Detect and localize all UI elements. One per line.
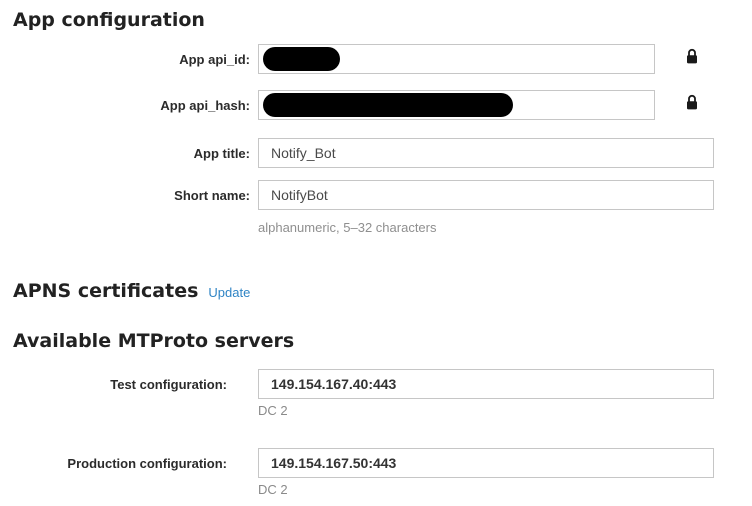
test-configuration-input[interactable]: [258, 369, 714, 399]
short-name-label: Short name:: [0, 180, 258, 203]
section-heading-app-configuration: App configuration: [13, 9, 752, 31]
production-dc-note: DC 2: [258, 482, 288, 497]
app-configuration-page: App configuration App api_id: App api_ha…: [0, 0, 752, 499]
api-hash-field[interactable]: [258, 90, 655, 120]
lock-icon: [685, 94, 699, 111]
api-hash-label: App api_hash:: [0, 90, 258, 113]
redaction-bar: [263, 93, 513, 117]
production-dc-note-row: DC 2: [258, 481, 752, 499]
app-title-input[interactable]: [258, 138, 714, 168]
form-row-app-title: App title:: [0, 138, 752, 168]
form-row-short-name: Short name:: [0, 180, 752, 210]
form-row-production-configuration: Production configuration:: [0, 448, 752, 478]
api-id-label: App api_id:: [0, 44, 258, 67]
apns-update-link[interactable]: Update: [208, 285, 250, 300]
form-row-api-hash: App api_hash:: [0, 90, 752, 120]
short-name-input[interactable]: [258, 180, 714, 210]
short-name-hint-row: alphanumeric, 5–32 characters: [258, 219, 752, 237]
production-configuration-input[interactable]: [258, 448, 714, 478]
form-row-api-id: App api_id:: [0, 44, 752, 74]
test-dc-note: DC 2: [258, 403, 288, 418]
form-row-test-configuration: Test configuration:: [0, 369, 752, 399]
test-dc-note-row: DC 2: [258, 402, 752, 420]
production-configuration-label: Production configuration:: [0, 448, 258, 471]
test-configuration-label: Test configuration:: [0, 369, 258, 392]
api-id-field[interactable]: [258, 44, 655, 74]
section-heading-apns-certificates: APNS certificates: [13, 280, 198, 302]
short-name-hint: alphanumeric, 5–32 characters: [258, 220, 437, 235]
apns-section-header: APNS certificates Update: [0, 280, 752, 302]
app-title-label: App title:: [0, 138, 258, 161]
redaction-bar: [263, 47, 340, 71]
lock-icon: [685, 48, 699, 65]
section-heading-mtproto-servers: Available MTProto servers: [13, 330, 752, 352]
